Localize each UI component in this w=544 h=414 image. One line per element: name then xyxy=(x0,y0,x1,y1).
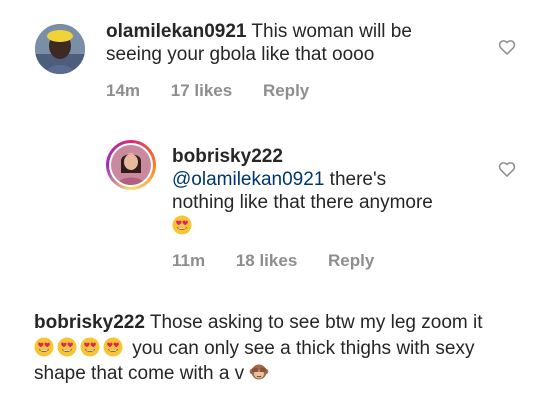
heart-outline-icon[interactable] xyxy=(497,37,517,57)
mention-link[interactable]: @olamilekan0921 xyxy=(172,169,324,190)
comment-text-line2: seeing your gbola like that oooo xyxy=(106,44,375,65)
comment-text: This woman will be xyxy=(251,21,412,42)
comment-likes[interactable]: 17 likes xyxy=(171,81,232,100)
reply-button[interactable]: Reply xyxy=(263,81,309,100)
heart-outline-icon[interactable] xyxy=(497,159,517,179)
heart-eyes-emoji-icon xyxy=(34,337,54,357)
comment-text-line2: nothing like that there anymore xyxy=(172,192,433,213)
comment-username[interactable]: olamilekan0921 xyxy=(106,21,246,42)
caption-text-line1: Those asking to see btw my leg zoom it xyxy=(149,312,483,333)
comment-username[interactable]: bobrisky222 xyxy=(172,145,492,168)
avatar-story-ring[interactable] xyxy=(106,140,156,190)
caption-text-line2: you can only see a thick thighs with sex… xyxy=(132,338,475,359)
heart-eyes-emoji-icon xyxy=(57,337,77,357)
comment-likes[interactable]: 18 likes xyxy=(236,251,297,270)
comment-time: 14m xyxy=(106,81,141,100)
person-photo-icon xyxy=(111,145,151,185)
see-no-evil-monkey-emoji-icon xyxy=(249,362,269,382)
reply-button[interactable]: Reply xyxy=(328,251,374,270)
heart-eyes-emoji-icon xyxy=(172,215,192,235)
caption-username[interactable]: bobrisky222 xyxy=(34,312,145,333)
caption-text-line3: shape that come with a v xyxy=(34,363,245,384)
person-photo-icon xyxy=(35,24,85,74)
heart-eyes-emoji-icon xyxy=(103,337,123,357)
comment-text: there's xyxy=(324,169,387,190)
comment-time: 11m xyxy=(172,251,206,270)
avatar[interactable] xyxy=(35,24,85,74)
caption: bobrisky222 Those asking to see btw my l… xyxy=(34,311,534,385)
heart-eyes-emoji-icon xyxy=(80,337,100,357)
